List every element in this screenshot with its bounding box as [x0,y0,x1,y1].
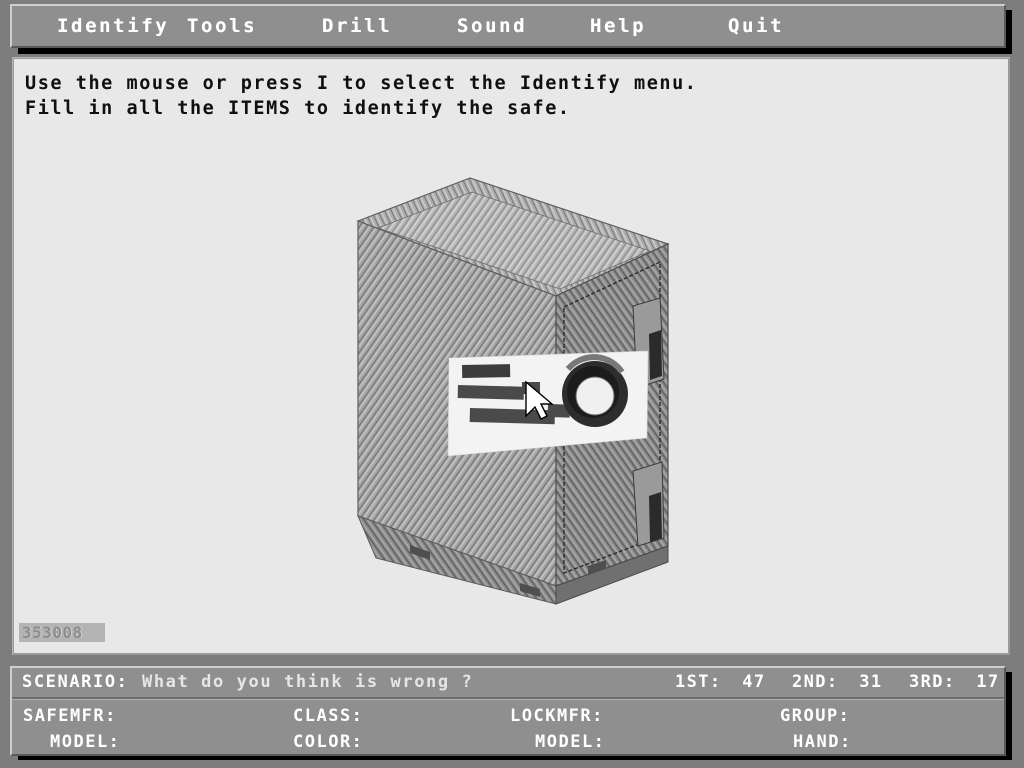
counter-1st: 1ST: 47 [675,672,765,692]
menu-item-help[interactable]: Help [590,15,646,37]
scenario-label: SCENARIO: [22,672,129,692]
field-label-lock-model[interactable]: MODEL: [535,732,605,752]
content-area: Use the mouse or press I to select the I… [14,59,1008,653]
field-label-lockmfr[interactable]: LOCKMFR: [510,706,604,726]
counter-1st-value: 47 [742,672,766,692]
menu-item-sound[interactable]: Sound [457,15,527,37]
field-label-hand[interactable]: HAND: [793,732,852,752]
field-row-1: SAFEMFR: CLASS: LOCKMFR: GROUP: [12,703,1004,729]
field-label-group[interactable]: GROUP: [780,706,850,726]
counter-3rd: 3RD: 17 [909,672,999,692]
counter-1st-label: 1ST: [675,672,722,692]
field-label-color[interactable]: COLOR: [293,732,363,752]
counter-2nd-label: 2ND: [792,672,839,692]
counter-3rd-value: 17 [976,672,1000,692]
bottom-panel: SCENARIO: What do you think is wrong ? 1… [10,666,1006,756]
counter-2nd-value: 31 [859,672,883,692]
scenario-row: SCENARIO: What do you think is wrong ? 1… [12,668,1004,699]
field-row-2: MODEL: COLOR: MODEL: HAND: [12,729,1004,755]
instruction-line-1: Use the mouse or press I to select the I… [25,73,698,94]
menubar: Identify Tools Drill Sound Help Quit [10,4,1006,48]
menu-item-tools[interactable]: Tools [187,15,257,37]
image-watermark: 353008 [19,623,105,642]
field-label-class[interactable]: CLASS: [293,706,363,726]
menu-item-quit[interactable]: Quit [728,15,784,37]
safe-illustration[interactable] [350,166,710,626]
counter-3rd-label: 3RD: [909,672,956,692]
menu-item-identify[interactable]: Identify [57,15,169,37]
application-screen: Identify Tools Drill Sound Help Quit Use… [0,0,1024,768]
field-label-safemfr[interactable]: SAFEMFR: [23,706,117,726]
menu-item-drill[interactable]: Drill [322,15,392,37]
instruction-line-2: Fill in all the ITEMS to identify the sa… [25,98,571,119]
safe-drawing [356,177,670,605]
scenario-text: What do you think is wrong ? [142,672,474,692]
counter-2nd: 2ND: 31 [792,672,882,692]
field-label-safe-model[interactable]: MODEL: [50,732,120,752]
